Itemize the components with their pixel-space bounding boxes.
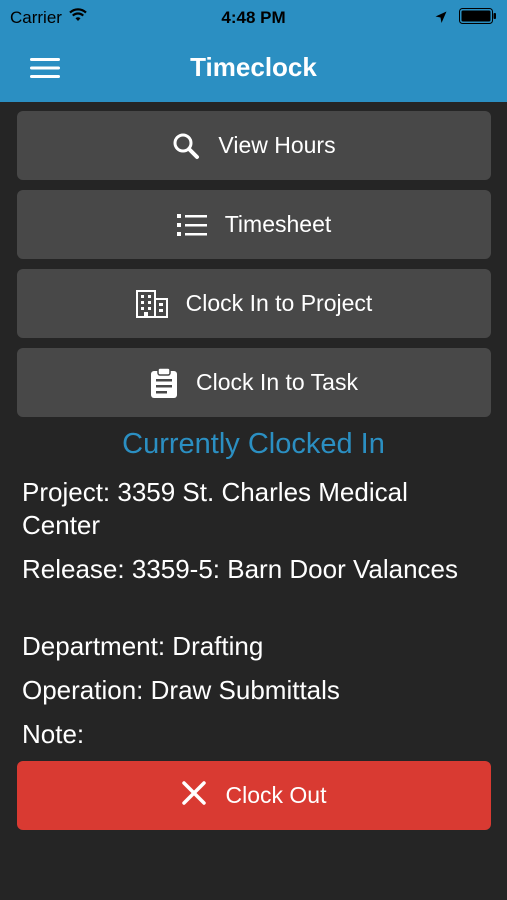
building-icon [135, 289, 168, 318]
close-icon [181, 780, 206, 811]
clock-in-task-button[interactable]: Clock In to Task [17, 348, 491, 417]
note-info: Note: [22, 719, 85, 749]
list-icon [176, 213, 207, 237]
operation-info: Operation: Draw Submittals [22, 675, 340, 705]
timesheet-label: Timesheet [224, 211, 332, 237]
timesheet-button[interactable]: Timesheet [17, 190, 491, 259]
clipboard-icon [150, 366, 178, 399]
location-arrow-icon [435, 9, 447, 29]
page-title: Timeclock [190, 52, 317, 82]
clock-in-project-button[interactable]: Clock In to Project [17, 269, 491, 338]
clock-in-project-label: Clock In to Project [185, 290, 373, 316]
search-icon [172, 132, 200, 160]
navbar: Timeclock [0, 36, 507, 102]
status-bar: Carrier 4:48 PM [0, 0, 507, 36]
battery-icon [459, 8, 497, 29]
clock-in-task-label: Clock In to Task [196, 369, 358, 395]
currently-clocked-in-heading: Currently Clocked In [122, 428, 385, 460]
clock-out-label: Clock Out [225, 782, 327, 808]
view-hours-label: View Hours [218, 132, 336, 158]
clock-out-button[interactable]: Clock Out [17, 761, 491, 830]
release-info: Release: 3359-5: Barn Door Valances [22, 554, 458, 584]
project-info: Project: 3359 St. Charles Medical Center [22, 477, 408, 540]
status-right-group [435, 8, 497, 29]
view-hours-button[interactable]: View Hours [17, 111, 491, 180]
department-info: Department: Drafting [22, 631, 264, 661]
status-time: 4:48 PM [221, 8, 286, 27]
